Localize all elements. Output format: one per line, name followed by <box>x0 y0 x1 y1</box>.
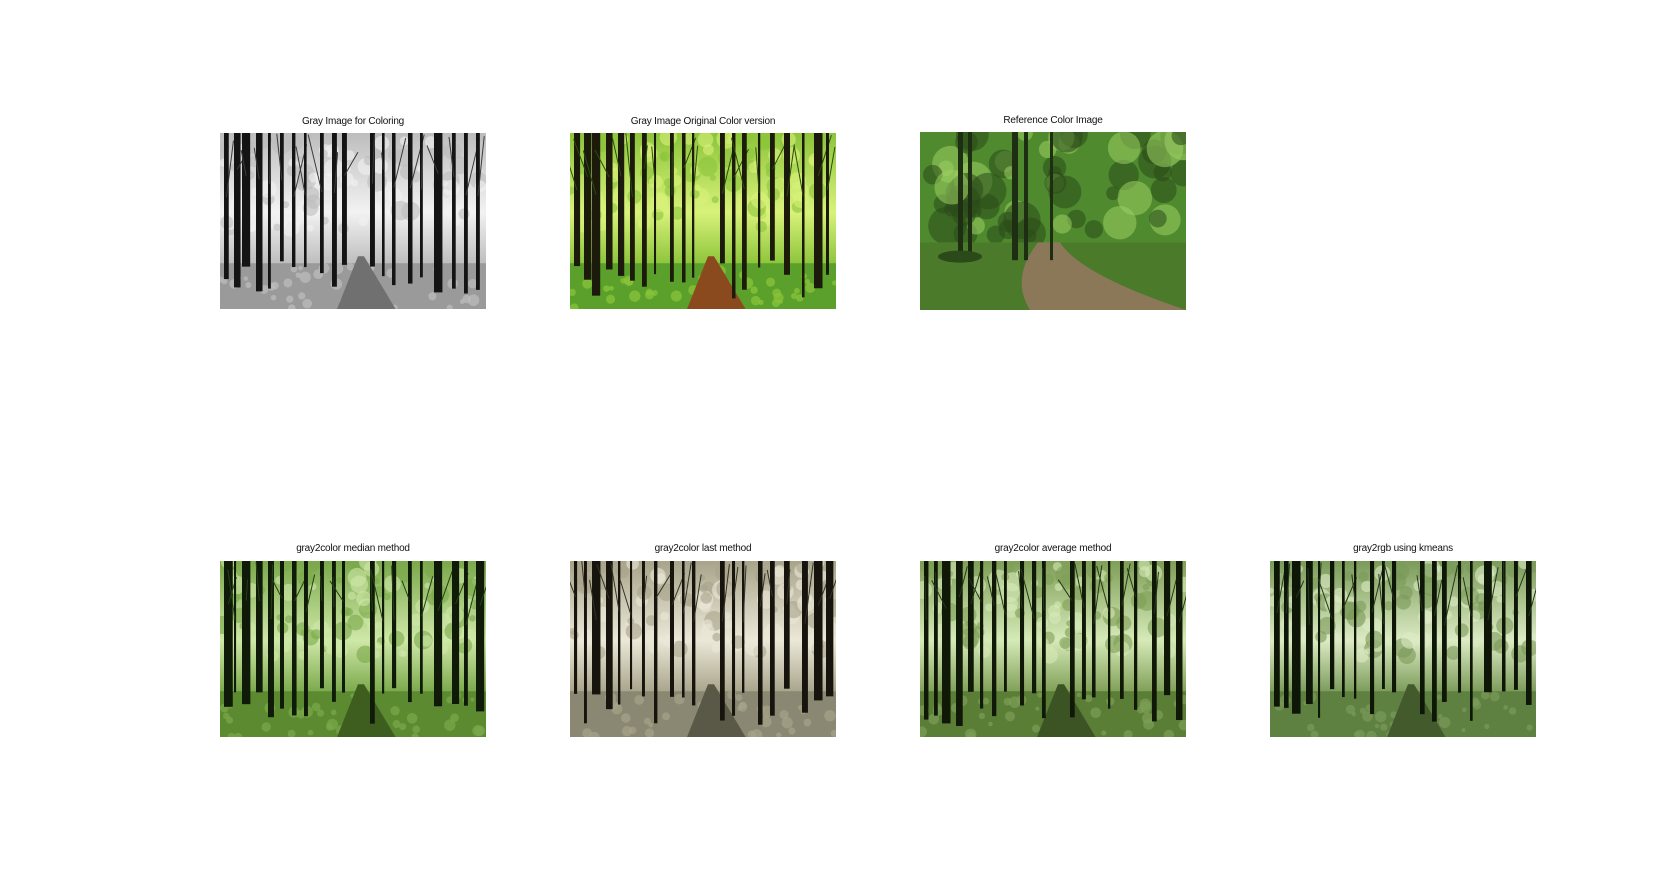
subplot-title: gray2rgb using kmeans <box>1353 543 1453 554</box>
subplot-title: Gray Image Original Color version <box>630 116 776 127</box>
reference-forest-image <box>920 132 1186 310</box>
forest-image <box>920 561 1186 737</box>
forest-image <box>220 561 486 737</box>
figure-window: Gray Image for Coloring Gray Image Origi… <box>0 0 1678 891</box>
subplot-title: gray2color last method <box>654 543 752 554</box>
forest-image <box>570 561 836 737</box>
subplot-title: Gray Image for Coloring <box>301 116 405 127</box>
subplot-title: gray2color median method <box>296 543 410 554</box>
forest-image <box>220 133 486 309</box>
forest-image <box>570 133 836 309</box>
forest-image <box>1270 561 1536 737</box>
subplot-title: gray2color average method <box>994 543 1112 554</box>
subplot-title: Reference Color Image <box>1003 115 1103 126</box>
